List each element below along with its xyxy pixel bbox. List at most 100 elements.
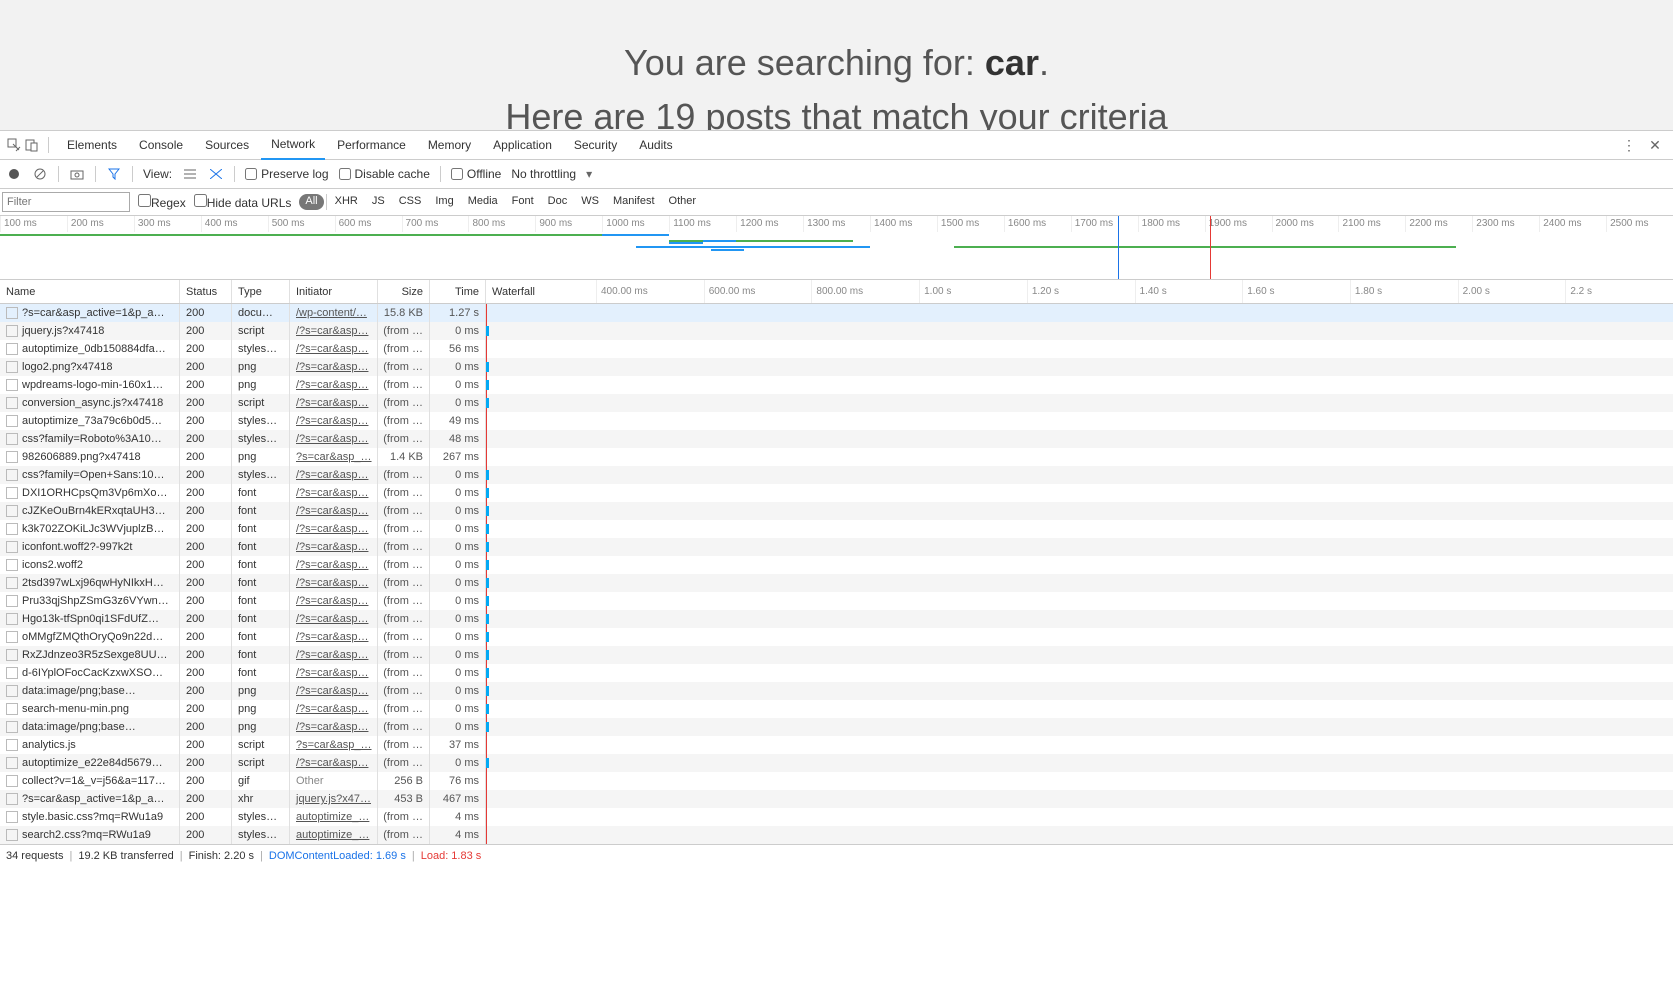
cell-initiator[interactable]: /?s=car&asp… xyxy=(290,376,378,394)
preserve-log-checkbox[interactable]: Preserve log xyxy=(245,167,328,181)
table-row[interactable]: analytics.js200script?s=car&asp_…(from …… xyxy=(0,736,1673,754)
tab-sources[interactable]: Sources xyxy=(195,131,259,160)
cell-initiator[interactable]: ?s=car&asp_… xyxy=(290,736,378,754)
view-frames-icon[interactable] xyxy=(208,166,224,182)
tab-memory[interactable]: Memory xyxy=(418,131,481,160)
cell-initiator[interactable]: /?s=car&asp… xyxy=(290,556,378,574)
col-time[interactable]: Time xyxy=(430,280,486,303)
chevron-down-icon[interactable]: ▾ xyxy=(586,167,592,181)
clear-icon[interactable] xyxy=(32,166,48,182)
tab-network[interactable]: Network xyxy=(261,131,325,160)
filter-input[interactable] xyxy=(2,192,130,212)
col-waterfall[interactable]: Waterfall 400.00 ms600.00 ms800.00 ms1.0… xyxy=(486,280,1673,303)
col-type[interactable]: Type xyxy=(232,280,290,303)
table-row[interactable]: style.basic.css?mq=RWu1a9200styles…autop… xyxy=(0,808,1673,826)
table-row[interactable]: 2tsd397wLxj96qwHyNIkxH…200font/?s=car&as… xyxy=(0,574,1673,592)
table-row[interactable]: RxZJdnzeo3R5zSexge8UU…200font/?s=car&asp… xyxy=(0,646,1673,664)
filter-type-media[interactable]: Media xyxy=(462,194,504,210)
table-row[interactable]: oMMgfZMQthOryQo9n22d…200font/?s=car&asp…… xyxy=(0,628,1673,646)
table-row[interactable]: wpdreams-logo-min-160x1…200png/?s=car&as… xyxy=(0,376,1673,394)
table-row[interactable]: cJZKeOuBrn4kERxqtaUH3…200font/?s=car&asp… xyxy=(0,502,1673,520)
tab-application[interactable]: Application xyxy=(483,131,562,160)
col-initiator[interactable]: Initiator xyxy=(290,280,378,303)
tab-console[interactable]: Console xyxy=(129,131,193,160)
devtools-close-icon[interactable]: ✕ xyxy=(1643,137,1667,154)
table-row[interactable]: icons2.woff2200font/?s=car&asp…(from …0 … xyxy=(0,556,1673,574)
cell-initiator[interactable]: /?s=car&asp… xyxy=(290,592,378,610)
cell-initiator[interactable]: /?s=car&asp… xyxy=(290,502,378,520)
table-row[interactable]: jquery.js?x47418200script/?s=car&asp…(fr… xyxy=(0,322,1673,340)
cell-initiator[interactable]: /?s=car&asp… xyxy=(290,628,378,646)
cell-initiator[interactable]: /?s=car&asp… xyxy=(290,700,378,718)
tab-audits[interactable]: Audits xyxy=(629,131,682,160)
filter-type-xhr[interactable]: XHR xyxy=(329,194,364,210)
cell-initiator[interactable]: /?s=car&asp… xyxy=(290,394,378,412)
cell-initiator[interactable]: jquery.js?x47… xyxy=(290,790,378,808)
col-size[interactable]: Size xyxy=(378,280,430,303)
table-row[interactable]: css?family=Roboto%3A10…200styles…/?s=car… xyxy=(0,430,1673,448)
table-row[interactable]: d-6IYplOFocCacKzxwXSO…200font/?s=car&asp… xyxy=(0,664,1673,682)
filter-type-manifest[interactable]: Manifest xyxy=(607,194,661,210)
table-row[interactable]: search2.css?mq=RWu1a9200styles…autoptimi… xyxy=(0,826,1673,844)
filter-type-img[interactable]: Img xyxy=(429,194,459,210)
table-row[interactable]: ?s=car&asp_active=1&p_a…200docu…/wp-cont… xyxy=(0,304,1673,322)
table-row[interactable]: k3k702ZOKiLJc3WVjuplzB…200font/?s=car&as… xyxy=(0,520,1673,538)
cell-initiator[interactable]: /?s=car&asp… xyxy=(290,340,378,358)
record-icon[interactable] xyxy=(6,166,22,182)
table-row[interactable]: css?family=Open+Sans:10…200styles…/?s=ca… xyxy=(0,466,1673,484)
cell-initiator[interactable]: /?s=car&asp… xyxy=(290,430,378,448)
table-row[interactable]: logo2.png?x47418200png/?s=car&asp…(from … xyxy=(0,358,1673,376)
cell-initiator[interactable]: autoptimize_… xyxy=(290,808,378,826)
cell-initiator[interactable]: /?s=car&asp… xyxy=(290,754,378,772)
view-list-icon[interactable] xyxy=(182,166,198,182)
cell-initiator[interactable]: /wp-content/… xyxy=(290,304,378,322)
table-row[interactable]: iconfont.woff2?-997k2t200font/?s=car&asp… xyxy=(0,538,1673,556)
table-row[interactable]: DXI1ORHCpsQm3Vp6mXo…200font/?s=car&asp…(… xyxy=(0,484,1673,502)
table-row[interactable]: collect?v=1&_v=j56&a=117…200gifOther256 … xyxy=(0,772,1673,790)
tab-elements[interactable]: Elements xyxy=(57,131,127,160)
table-row[interactable]: ?s=car&asp_active=1&p_a…200xhrjquery.js?… xyxy=(0,790,1673,808)
table-row[interactable]: data:image/png;base…200png/?s=car&asp…(f… xyxy=(0,718,1673,736)
table-row[interactable]: autoptimize_73a79c6b0d5…200styles…/?s=ca… xyxy=(0,412,1673,430)
filter-icon[interactable] xyxy=(106,166,122,182)
filter-type-font[interactable]: Font xyxy=(506,194,540,210)
filter-type-all[interactable]: All xyxy=(299,194,323,210)
cell-initiator[interactable]: /?s=car&asp… xyxy=(290,574,378,592)
offline-checkbox[interactable]: Offline xyxy=(451,167,501,181)
device-toggle-icon[interactable] xyxy=(24,137,40,153)
filter-type-other[interactable]: Other xyxy=(663,194,703,210)
table-row[interactable]: Hgo13k-tfSpn0qi1SFdUfZ…200font/?s=car&as… xyxy=(0,610,1673,628)
regex-checkbox[interactable]: Regex xyxy=(138,194,186,210)
cell-initiator[interactable]: ?s=car&asp_… xyxy=(290,448,378,466)
cell-initiator[interactable]: /?s=car&asp… xyxy=(290,358,378,376)
filter-type-css[interactable]: CSS xyxy=(393,194,428,210)
table-row[interactable]: 982606889.png?x47418200png?s=car&asp_…1.… xyxy=(0,448,1673,466)
table-row[interactable]: autoptimize_e22e84d5679…200script/?s=car… xyxy=(0,754,1673,772)
col-status[interactable]: Status xyxy=(180,280,232,303)
table-row[interactable]: conversion_async.js?x47418200script/?s=c… xyxy=(0,394,1673,412)
cell-initiator[interactable]: autoptimize_… xyxy=(290,826,378,844)
col-name[interactable]: Name xyxy=(0,280,180,303)
filter-type-js[interactable]: JS xyxy=(366,194,391,210)
tab-performance[interactable]: Performance xyxy=(327,131,416,160)
devtools-menu-icon[interactable]: ⋮ xyxy=(1617,137,1641,154)
table-row[interactable]: search-menu-min.png200png/?s=car&asp…(fr… xyxy=(0,700,1673,718)
capture-screenshot-icon[interactable] xyxy=(69,166,85,182)
disable-cache-checkbox[interactable]: Disable cache xyxy=(339,167,430,181)
table-row[interactable]: data:image/png;base…200png/?s=car&asp…(f… xyxy=(0,682,1673,700)
cell-initiator[interactable]: /?s=car&asp… xyxy=(290,466,378,484)
cell-initiator[interactable]: /?s=car&asp… xyxy=(290,718,378,736)
filter-type-ws[interactable]: WS xyxy=(575,194,605,210)
tab-security[interactable]: Security xyxy=(564,131,627,160)
cell-initiator[interactable]: /?s=car&asp… xyxy=(290,322,378,340)
throttling-select[interactable]: No throttling xyxy=(511,167,576,181)
cell-initiator[interactable]: /?s=car&asp… xyxy=(290,520,378,538)
inspect-icon[interactable] xyxy=(6,137,22,153)
cell-initiator[interactable]: /?s=car&asp… xyxy=(290,646,378,664)
cell-initiator[interactable]: /?s=car&asp… xyxy=(290,682,378,700)
table-row[interactable]: Pru33qjShpZSmG3z6VYwn…200font/?s=car&asp… xyxy=(0,592,1673,610)
cell-initiator[interactable]: /?s=car&asp… xyxy=(290,664,378,682)
filter-type-doc[interactable]: Doc xyxy=(542,194,574,210)
cell-initiator[interactable]: /?s=car&asp… xyxy=(290,412,378,430)
timeline-overview[interactable]: 100 ms200 ms300 ms400 ms500 ms600 ms700 … xyxy=(0,216,1673,280)
